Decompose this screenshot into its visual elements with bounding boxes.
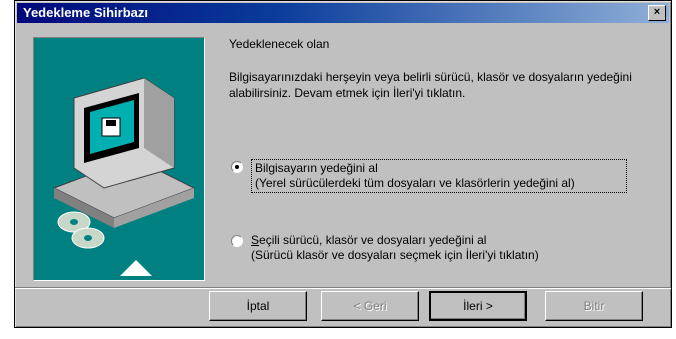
option-backup-selected-hint: (Sürücü klasör ve dosyaları seçmek için … [251,248,539,262]
cd-disc-icon [57,211,105,249]
radio-backup-selected[interactable] [231,235,243,247]
close-icon: × [653,6,661,18]
step-heading: Yedeklenecek olan [229,37,330,51]
radio-backup-all[interactable] [231,161,243,173]
back-button[interactable]: < Geri [321,291,419,321]
wizard-illustration [33,37,205,281]
cancel-button[interactable]: İptal [209,291,307,321]
option-backup-all-label: Bilgisayarın yedeğini al [255,161,378,175]
option-backup-selected-text[interactable]: Seçili sürücü, klasör ve dosyaları yedeğ… [251,233,631,263]
backup-wizard-window: Yedekleme Sihirbazı × Yedeklenecek olan … [14,0,672,328]
accelerator-key: S [251,233,260,247]
option-label-rest: eçili sürücü, klasör ve dosyaları yedeği… [259,233,487,247]
finish-button[interactable]: Bitir [545,291,643,321]
button-separator [15,287,671,289]
option-backup-selected-label: Seçili sürücü, klasör ve dosyaları yedeğ… [251,233,631,248]
next-button[interactable]: İleri > [429,291,527,321]
window-title: Yedekleme Sihirbazı [23,5,149,20]
radio-selected-dot [235,165,239,169]
option-backup-all-text[interactable]: Bilgisayarın yedeğini al (Yerel sürücüle… [251,159,627,193]
option-backup-all-hint: (Yerel sürücülerdeki tüm dosyaları ve kl… [255,176,575,190]
close-button[interactable]: × [648,5,666,21]
arrow-up-icon [120,260,152,276]
title-bar[interactable]: Yedekleme Sihirbazı × [17,3,669,23]
step-description: Bilgisayarınızdaki herşeyin veya belirli… [229,70,632,100]
